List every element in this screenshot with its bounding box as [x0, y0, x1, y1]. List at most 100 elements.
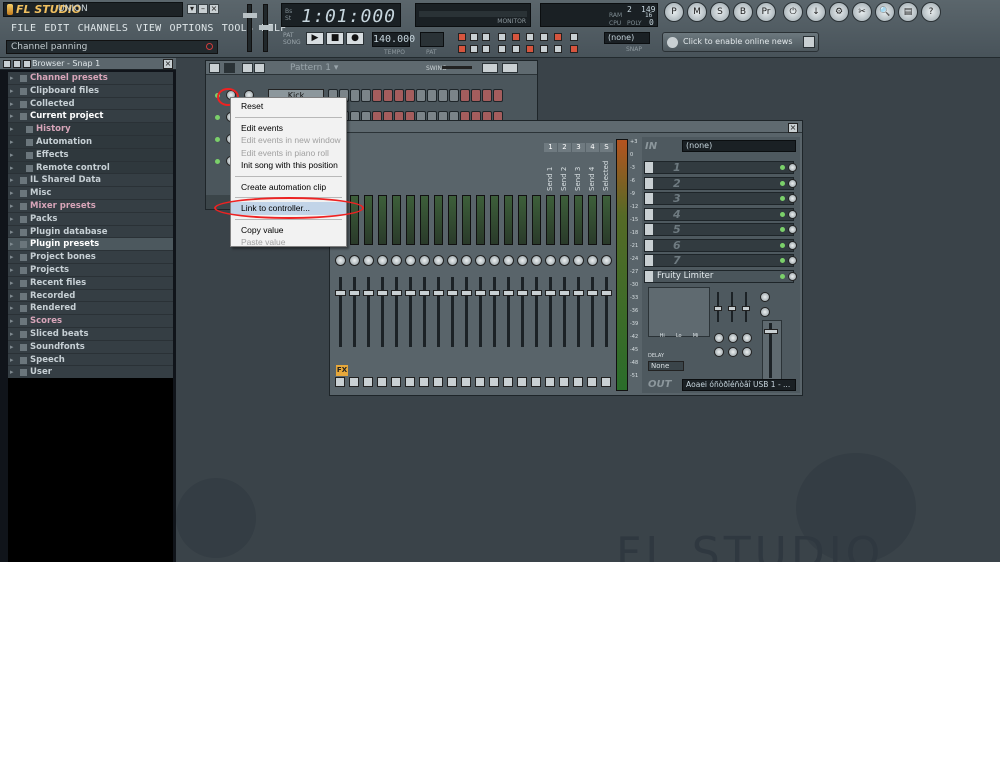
strip-pan-knob[interactable]: [391, 255, 402, 266]
eq-knob-4[interactable]: [714, 347, 724, 357]
menu-view[interactable]: VIEW: [132, 22, 165, 36]
effect-slot[interactable]: 5: [644, 223, 797, 236]
overdub-icon[interactable]: [470, 45, 478, 53]
slot-mix-knob[interactable]: [788, 178, 797, 188]
step-button[interactable]: [394, 89, 404, 102]
effect-slot[interactable]: 7: [644, 254, 797, 267]
cut-button[interactable]: ✂: [852, 2, 872, 22]
notes-button[interactable]: ▤: [898, 2, 918, 22]
slot-enable-led[interactable]: [780, 180, 785, 186]
strip-route-button[interactable]: [587, 377, 597, 387]
settings-button[interactable]: ⚙: [829, 2, 849, 22]
mixer-strip[interactable]: S Selected: [600, 135, 613, 393]
strip-route-button[interactable]: [391, 377, 401, 387]
mixer-strip[interactable]: [502, 135, 515, 393]
multilink-icon[interactable]: [498, 45, 506, 53]
strip-route-button[interactable]: [433, 377, 443, 387]
eq-knob-5[interactable]: [728, 347, 738, 357]
tempo-field[interactable]: 140.000: [372, 32, 415, 47]
strip-pan-knob[interactable]: [545, 255, 556, 266]
slot-enable-led[interactable]: [780, 196, 785, 201]
strip-fader-handle[interactable]: [461, 290, 472, 296]
browser-button[interactable]: B: [733, 2, 753, 22]
effect-slot[interactable]: 6: [644, 238, 797, 252]
slot-mix-knob[interactable]: [788, 209, 797, 219]
stop-button[interactable]: ■: [326, 32, 344, 45]
eq-toggle-2[interactable]: [760, 307, 770, 317]
record-mode-icon[interactable]: [554, 33, 562, 41]
strip-route-button[interactable]: [335, 377, 345, 387]
slot-arrow-icon[interactable]: [645, 177, 653, 189]
slot-enable-led[interactable]: [780, 273, 785, 279]
mixer-strip[interactable]: [404, 135, 417, 393]
strip-pan-knob[interactable]: [475, 255, 486, 266]
step-button[interactable]: [350, 89, 360, 102]
strip-fader-handle[interactable]: [349, 290, 360, 296]
ss-arrow-icon[interactable]: [209, 63, 220, 73]
browser-item[interactable]: ▸ Speech: [8, 353, 173, 367]
strip-fader-handle[interactable]: [559, 290, 570, 296]
strip-route-button[interactable]: [461, 377, 471, 387]
strip-fader-handle[interactable]: [503, 290, 514, 296]
browser-item[interactable]: ▸ Misc: [8, 187, 173, 200]
eq-knob-3[interactable]: [742, 333, 752, 343]
strip-pan-knob[interactable]: [377, 255, 388, 266]
pattern-mode-icon[interactable]: [458, 45, 466, 53]
strip-fader-handle[interactable]: [489, 290, 500, 296]
pattern-title[interactable]: Pattern 1 ▾: [290, 63, 338, 73]
strip-pan-knob[interactable]: [363, 255, 374, 266]
scroll-icon[interactable]: [512, 45, 520, 53]
browser-item[interactable]: ▸ Effects: [8, 148, 173, 162]
mixer-strip[interactable]: [530, 135, 543, 393]
slot-arrow-icon[interactable]: [645, 162, 653, 173]
context-menu-item[interactable]: Copy value: [231, 224, 346, 237]
step-button[interactable]: [405, 89, 415, 102]
strip-fader-handle[interactable]: [531, 290, 542, 296]
strip-fader-handle[interactable]: [377, 290, 388, 296]
step-button[interactable]: [449, 89, 459, 102]
online-news-button[interactable]: Click to enable online news: [662, 32, 819, 52]
blend-notes-icon[interactable]: [498, 33, 506, 41]
step-button[interactable]: [493, 89, 503, 102]
eq-knob-6[interactable]: [742, 347, 752, 357]
eq-slider-mid[interactable]: [728, 292, 736, 322]
mixer-strip[interactable]: [390, 135, 403, 393]
browser-item[interactable]: ▸ Mixer presets: [8, 199, 173, 213]
strip-fader-handle[interactable]: [335, 290, 346, 296]
output-select[interactable]: Аоаеі óñòðîéñòâî USB 1 - ...: [682, 379, 796, 391]
browser-item[interactable]: ▸ Current project: [8, 110, 173, 124]
minimize-button[interactable]: –: [198, 4, 208, 14]
strip-pan-knob[interactable]: [531, 255, 542, 266]
effect-slot[interactable]: 4: [644, 207, 797, 221]
slot-mix-knob[interactable]: [788, 256, 797, 265]
step-button[interactable]: [372, 89, 382, 102]
strip-fader-handle[interactable]: [447, 290, 458, 296]
strip-pan-knob[interactable]: [405, 255, 416, 266]
browser-item[interactable]: ▸ History: [8, 123, 173, 136]
playlist-button[interactable]: P: [664, 2, 684, 22]
typing-keyboard-icon[interactable]: [540, 33, 548, 41]
eq-knob-2[interactable]: [728, 333, 738, 343]
slot-enable-led[interactable]: [780, 242, 785, 248]
strip-route-button[interactable]: [349, 377, 359, 387]
context-menu-item[interactable]: Reset: [231, 100, 346, 113]
browser-collapse-icon[interactable]: [13, 60, 21, 68]
play-button[interactable]: ▶: [306, 32, 324, 45]
menu-options[interactable]: OPTIONS: [165, 22, 217, 36]
effect-slot[interactable]: Fruity Limiter: [644, 269, 797, 283]
menu-down-button[interactable]: ▾: [187, 4, 197, 14]
step-button[interactable]: [416, 89, 426, 102]
strip-fader-handle[interactable]: [433, 290, 444, 296]
step-button[interactable]: [438, 89, 448, 102]
context-menu-item[interactable]: Edit events: [231, 122, 346, 135]
channel-mute-led[interactable]: [215, 159, 220, 164]
slot-mix-knob[interactable]: [788, 225, 797, 234]
ss-view-icon[interactable]: [482, 63, 498, 73]
slot-arrow-icon[interactable]: [645, 270, 653, 282]
strip-pan-knob[interactable]: [433, 255, 444, 266]
step-edit-icon[interactable]: [526, 33, 534, 41]
strip-fader-handle[interactable]: [517, 290, 528, 296]
metronome-icon[interactable]: [458, 33, 466, 41]
strip-fader-handle[interactable]: [573, 290, 584, 296]
mixer-strip[interactable]: [432, 135, 445, 393]
